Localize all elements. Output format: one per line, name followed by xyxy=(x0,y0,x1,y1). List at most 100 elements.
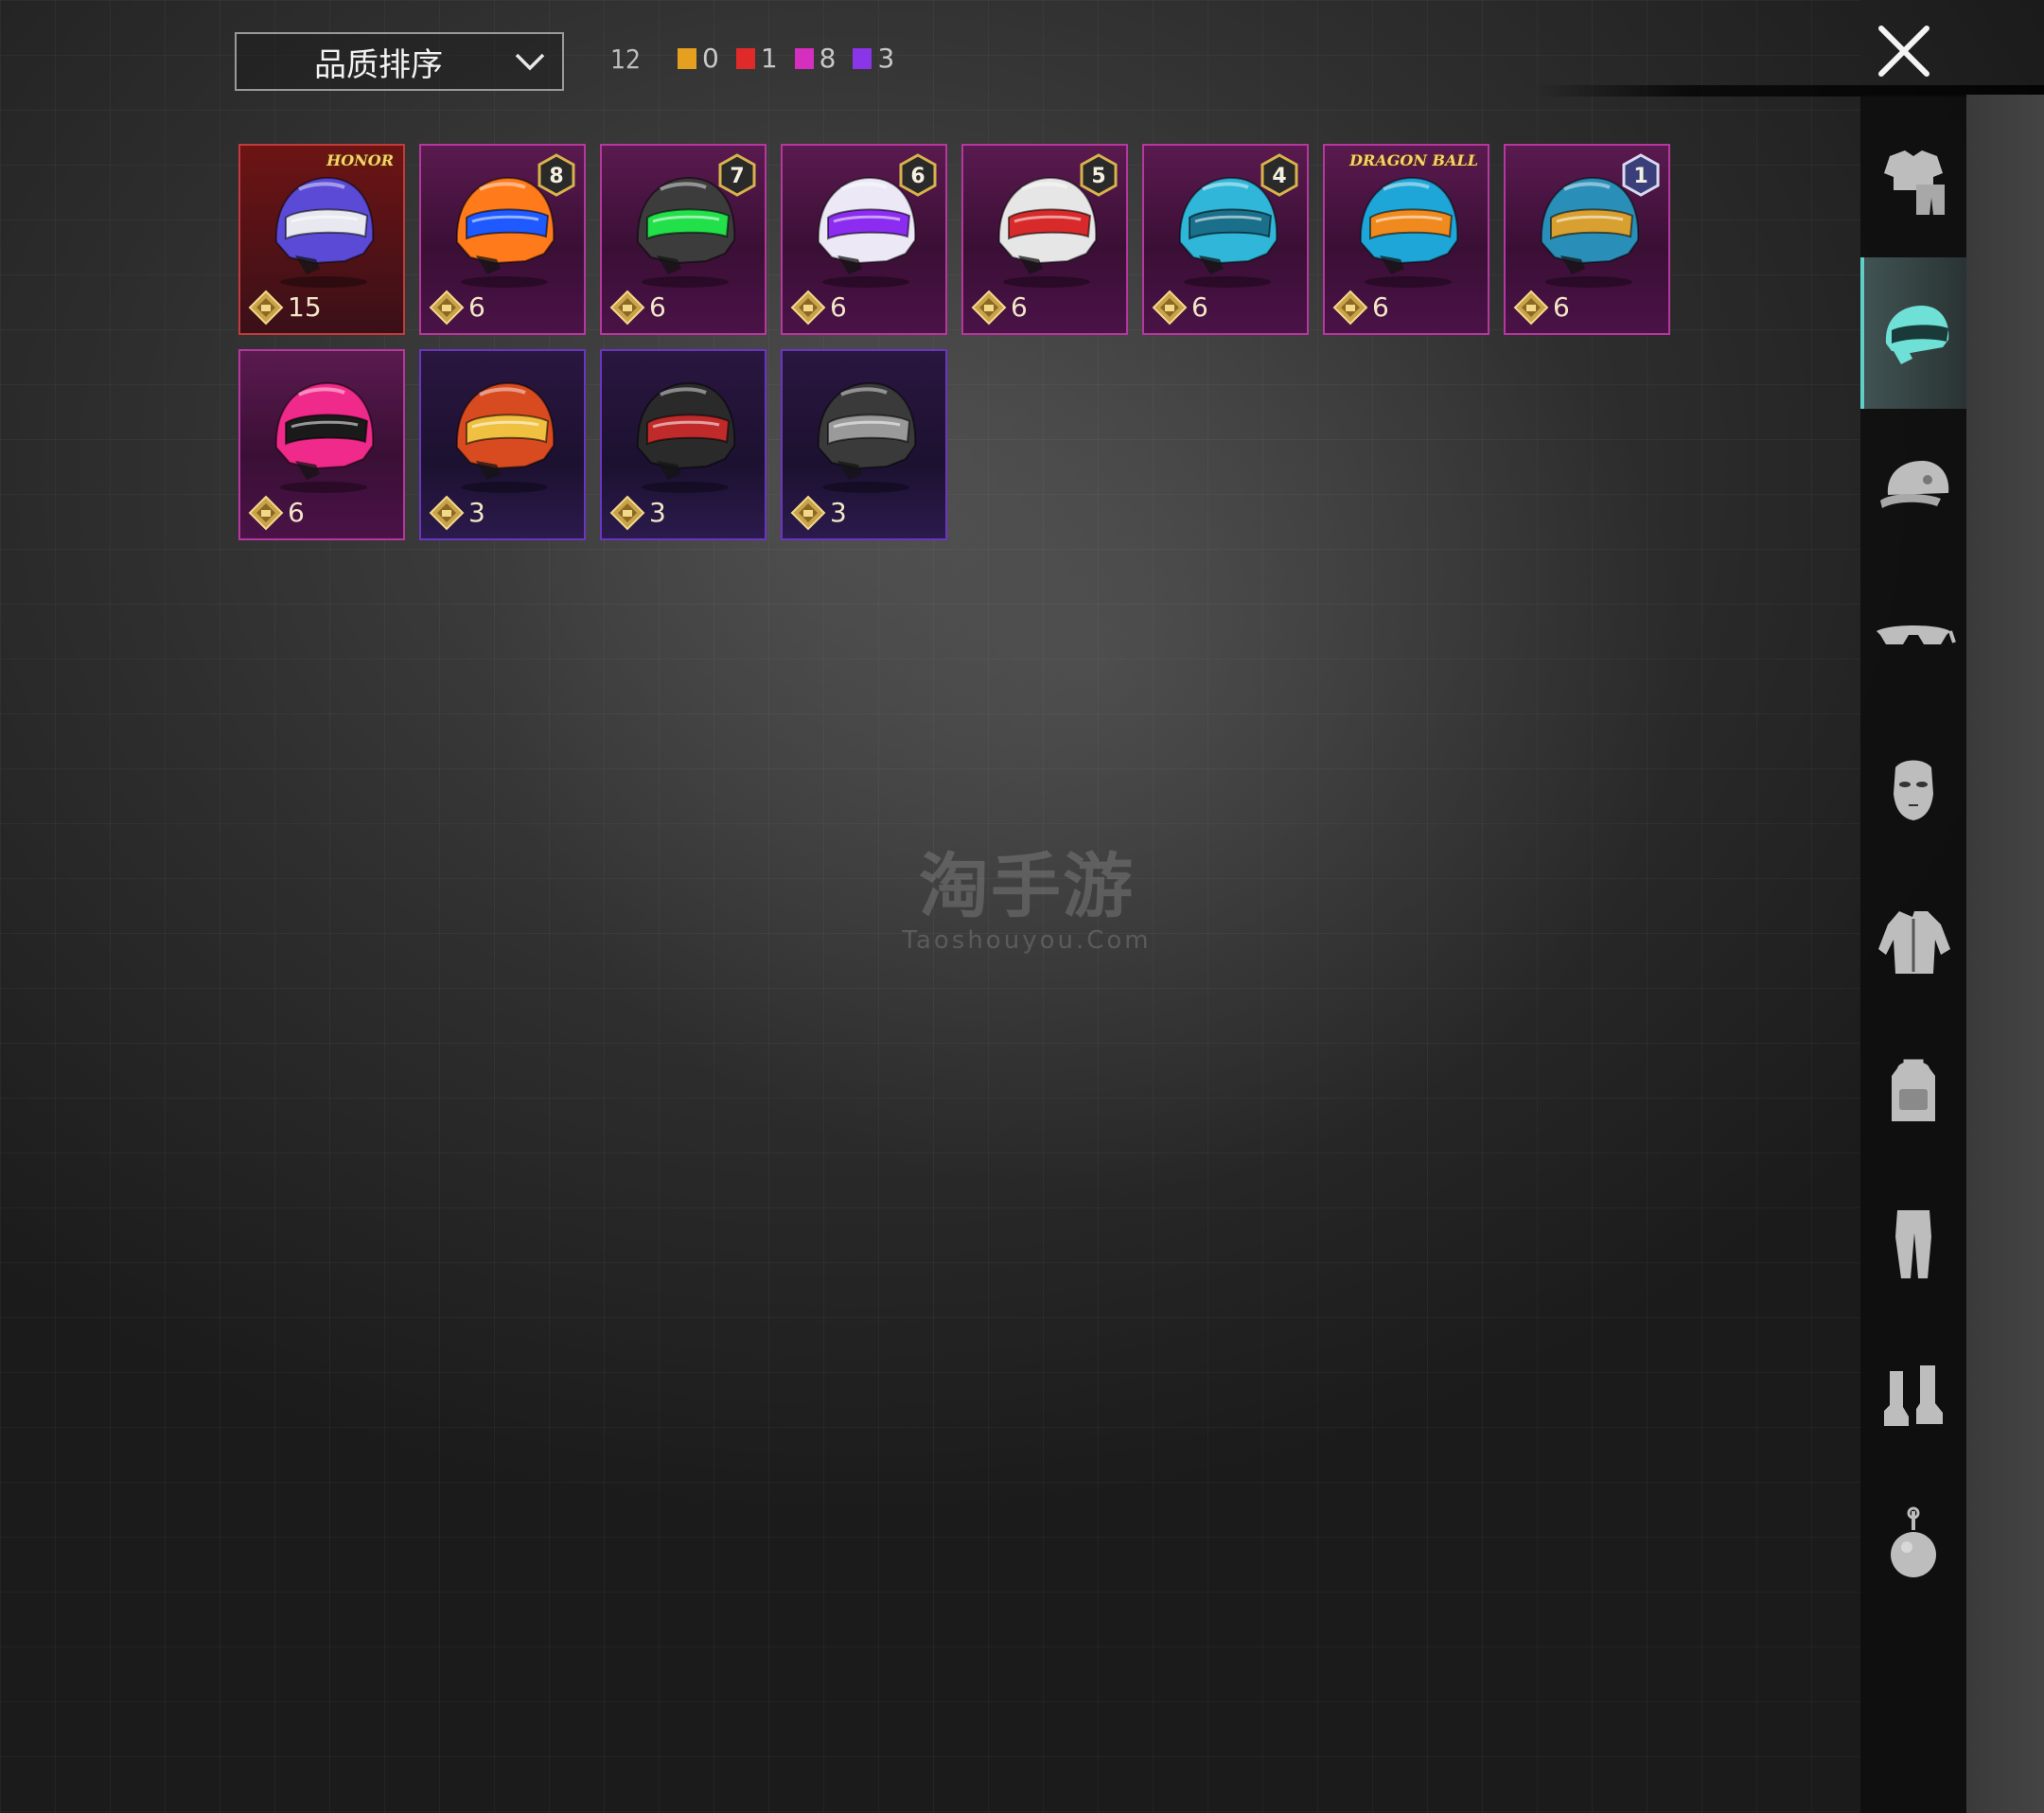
quality-count-value: 8 xyxy=(819,43,837,74)
quality-count-pink: 8 xyxy=(794,43,837,74)
tab-helmet[interactable] xyxy=(1860,257,1966,409)
collab-logo: HONOR xyxy=(326,151,394,169)
item-card[interactable]: 1 6 xyxy=(1504,144,1670,335)
glasses-icon xyxy=(1877,625,1956,644)
points-row: 15 xyxy=(248,290,322,326)
item-card[interactable]: 8 6 xyxy=(419,144,586,335)
sort-dropdown-label: 品质排序 xyxy=(314,45,443,84)
pants-icon xyxy=(1895,1210,1931,1278)
level-badge: 4 xyxy=(1260,153,1298,197)
level-badge: 1 xyxy=(1622,153,1660,197)
helmet-icon xyxy=(274,176,375,288)
level-badge: 8 xyxy=(537,153,575,197)
diamond-icon xyxy=(1513,290,1549,326)
points-row: 3 xyxy=(429,495,485,531)
points-row: 6 xyxy=(609,290,666,326)
diamond-icon xyxy=(790,495,826,531)
close-button[interactable] xyxy=(1874,21,1934,81)
level-badge-number: 5 xyxy=(1091,165,1105,188)
outfit-icon xyxy=(1884,150,1945,215)
points-row: 6 xyxy=(1152,290,1208,326)
diamond-icon xyxy=(609,495,645,531)
red-swatch xyxy=(735,48,755,69)
helmet-icon xyxy=(455,381,555,493)
quality-count-legend: 0 1 8 3 xyxy=(678,45,911,72)
level-badge: 7 xyxy=(718,153,756,197)
points-value: 6 xyxy=(1191,291,1208,323)
watermark-url: Taoshouyou.Com xyxy=(902,926,1152,955)
points-row: 6 xyxy=(971,290,1028,326)
diamond-icon xyxy=(248,290,284,326)
item-card[interactable]: 7 6 xyxy=(600,144,766,335)
tab-mask[interactable] xyxy=(1860,712,1966,863)
cap-icon xyxy=(1880,461,1949,508)
tab-jacket[interactable] xyxy=(1860,863,1966,1014)
item-card[interactable]: 3 xyxy=(781,349,947,540)
sidebar-edge xyxy=(1966,95,2044,1813)
level-badge-number: 4 xyxy=(1272,165,1286,188)
quality-count-value: 3 xyxy=(877,43,895,74)
tab-pendant[interactable] xyxy=(1860,1469,1966,1620)
helmet-icon xyxy=(274,381,375,493)
points-row: 3 xyxy=(609,495,666,531)
jacket-icon xyxy=(1878,911,1950,974)
tab-cap[interactable] xyxy=(1860,409,1966,560)
diamond-icon xyxy=(1332,290,1368,326)
level-badge-number: 1 xyxy=(1633,165,1648,188)
collab-logo: DRAGON BALL xyxy=(1349,151,1478,169)
diamond-icon xyxy=(790,290,826,326)
total-item-count: 12 xyxy=(610,44,642,75)
points-value: 3 xyxy=(649,497,666,528)
item-grid: HONOR 15 8 6 7 6 6 6 5 6 4 6 DRAGON BALL… xyxy=(238,144,1670,540)
item-card[interactable]: 6 6 xyxy=(781,144,947,335)
tab-backpack[interactable] xyxy=(1860,1014,1966,1166)
quality-count-purple: 3 xyxy=(853,45,894,72)
close-icon xyxy=(1878,26,1929,77)
item-card[interactable]: 5 6 xyxy=(961,144,1128,335)
item-card[interactable]: DRAGON BALL 6 xyxy=(1323,144,1489,335)
diamond-icon xyxy=(609,290,645,326)
item-card[interactable]: HONOR 15 xyxy=(238,144,405,335)
tab-shoes[interactable] xyxy=(1860,1317,1966,1469)
purple-swatch xyxy=(853,48,872,69)
diamond-icon xyxy=(429,495,465,531)
chevron-down-icon xyxy=(515,53,545,71)
orange-swatch xyxy=(678,48,696,69)
item-card[interactable]: 3 xyxy=(600,349,766,540)
diamond-icon xyxy=(971,290,1007,326)
points-value: 6 xyxy=(649,291,666,323)
points-value: 3 xyxy=(830,497,847,528)
points-value: 6 xyxy=(1011,291,1028,323)
item-card[interactable]: 4 6 xyxy=(1142,144,1309,335)
diamond-icon xyxy=(1152,290,1188,326)
helmet-icon xyxy=(1359,176,1459,288)
tab-glasses[interactable] xyxy=(1860,560,1966,712)
quality-count-value: 1 xyxy=(760,43,778,74)
level-badge-number: 6 xyxy=(910,165,925,188)
watermark: 淘手游 Taoshouyou.Com xyxy=(894,847,1159,955)
points-row: 6 xyxy=(790,290,847,326)
quality-count-red: 1 xyxy=(735,43,778,74)
points-value: 15 xyxy=(288,291,322,323)
item-card[interactable]: 3 xyxy=(419,349,586,540)
item-card[interactable]: 6 xyxy=(238,349,405,540)
points-value: 6 xyxy=(1372,291,1389,323)
watermark-text: 淘手游 xyxy=(919,846,1135,927)
level-badge-number: 8 xyxy=(549,165,563,188)
points-row: 6 xyxy=(1332,290,1389,326)
sort-dropdown[interactable]: 品质排序 xyxy=(235,32,564,91)
quality-count-value: 0 xyxy=(702,43,719,74)
points-row: 6 xyxy=(429,290,485,326)
points-row: 6 xyxy=(248,495,305,531)
tab-pants[interactable] xyxy=(1860,1166,1966,1317)
mask-icon xyxy=(1894,760,1933,820)
diamond-icon xyxy=(429,290,465,326)
points-value: 3 xyxy=(468,497,485,528)
shoes-icon xyxy=(1884,1365,1943,1426)
helmet-icon xyxy=(636,381,736,493)
tab-outfit[interactable] xyxy=(1860,106,1966,257)
quality-count-orange: 0 xyxy=(678,45,719,72)
points-value: 6 xyxy=(468,291,485,323)
level-badge: 5 xyxy=(1080,153,1118,197)
level-badge: 6 xyxy=(899,153,937,197)
